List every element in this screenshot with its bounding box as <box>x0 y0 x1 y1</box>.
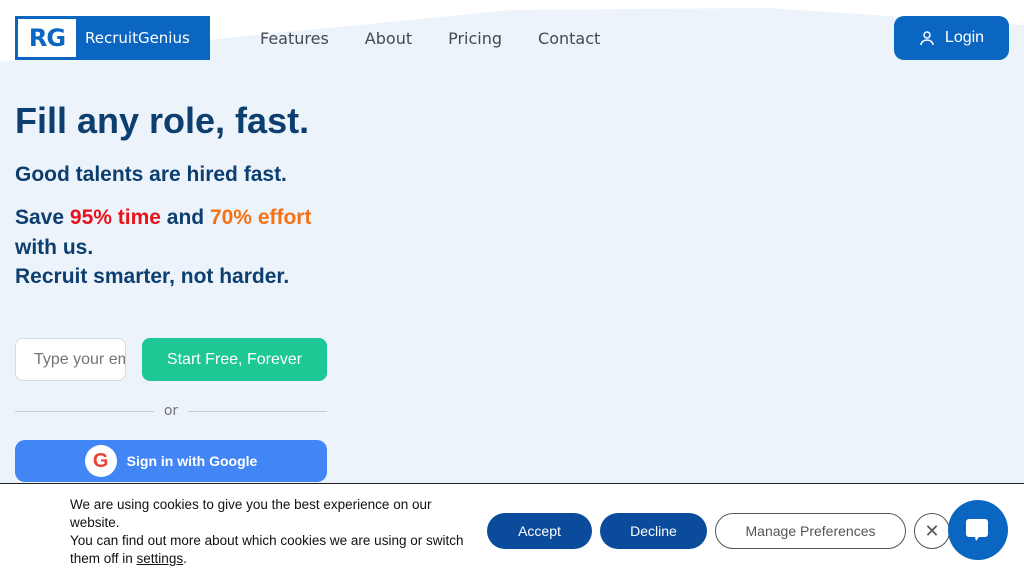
google-signin-button[interactable]: G Sign in with Google <box>15 440 327 482</box>
cookie-banner: We are using cookies to give you the bes… <box>0 483 1024 576</box>
pitch-text: and <box>160 206 210 229</box>
pitch-text: Save <box>15 206 70 229</box>
hero-subtitle: Good talents are hired fast. <box>15 163 287 186</box>
hero-title: Fill any role, fast. <box>15 100 310 141</box>
nav-pricing[interactable]: Pricing <box>448 29 502 48</box>
or-divider: or <box>15 403 328 419</box>
start-free-button[interactable]: Start Free, Forever <box>142 338 327 381</box>
user-icon <box>920 31 934 46</box>
google-signin-label: Sign in with Google <box>126 453 258 469</box>
cookie-text: We are using cookies to give you the bes… <box>70 497 432 530</box>
main-nav: Features About Pricing Contact <box>260 29 600 48</box>
chat-button[interactable] <box>948 500 1008 560</box>
nav-about[interactable]: About <box>365 29 412 48</box>
logo[interactable]: RG RecruitGenius <box>15 16 210 60</box>
or-label: or <box>163 403 179 419</box>
email-input[interactable] <box>15 338 126 381</box>
hero-pitch: Save 95% time and 70% effort with us. Re… <box>15 203 315 292</box>
settings-link[interactable]: settings <box>137 551 184 566</box>
chat-icon <box>966 519 988 541</box>
login-button[interactable]: Login <box>894 16 1009 60</box>
close-icon[interactable]: ✕ <box>914 513 950 549</box>
logo-name: RecruitGenius <box>85 29 190 47</box>
manage-preferences-button[interactable]: Manage Preferences <box>715 513 906 549</box>
pitch-text: with us. <box>15 235 94 259</box>
pitch-highlight-effort: 70% effort <box>209 206 312 229</box>
nav-features[interactable]: Features <box>260 29 329 48</box>
logo-mark: RG <box>18 19 76 57</box>
pitch-highlight-time: 95% time <box>69 206 161 229</box>
google-icon: G <box>84 445 117 477</box>
cookie-text: You can find out more about which cookie… <box>70 533 464 566</box>
pitch-tagline: Recruit smarter, not harder. <box>15 265 290 288</box>
nav-contact[interactable]: Contact <box>538 29 600 48</box>
decline-button[interactable]: Decline <box>600 513 707 549</box>
accept-button[interactable]: Accept <box>487 513 592 549</box>
cookie-text: . <box>183 551 187 566</box>
login-label: Login <box>944 29 985 46</box>
cookie-message: We are using cookies to give you the bes… <box>70 496 470 568</box>
